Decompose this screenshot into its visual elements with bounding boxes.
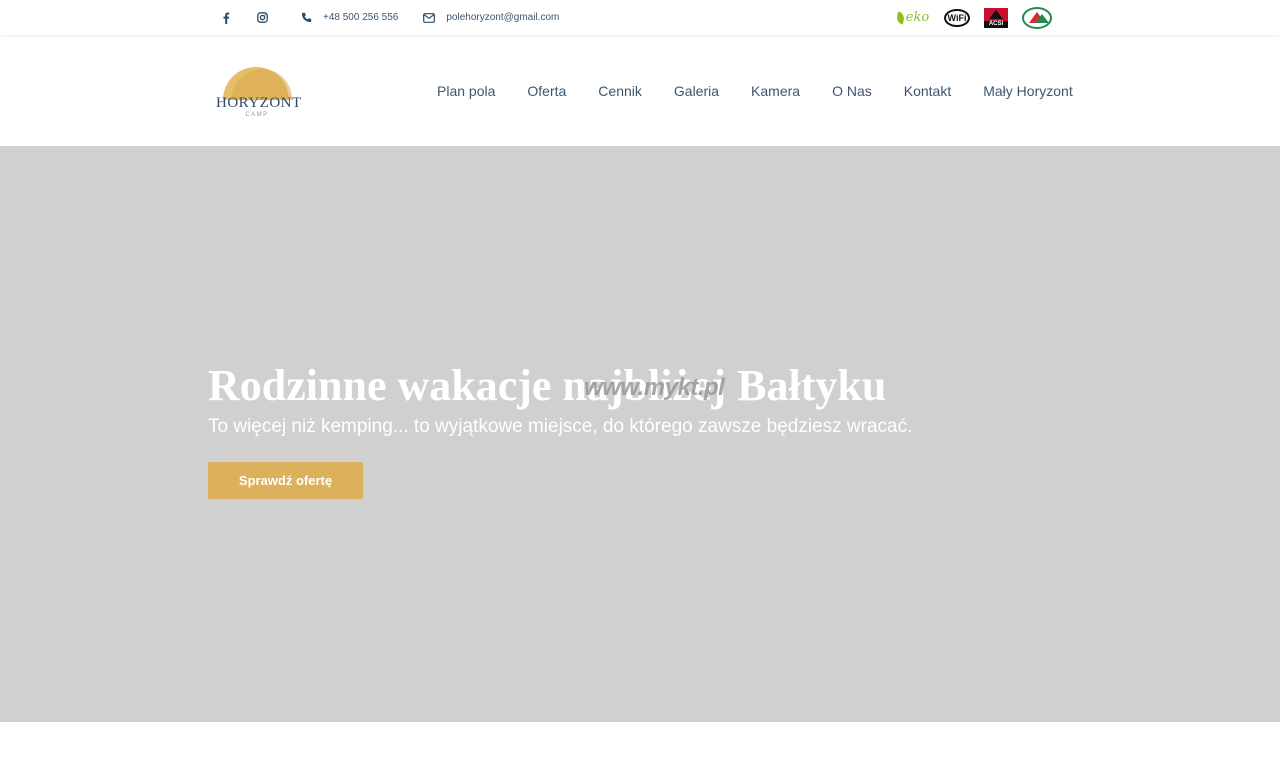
nav-o-nas[interactable]: O Nas xyxy=(816,83,888,99)
eko-label: eko xyxy=(905,10,930,25)
email-link[interactable]: polehoryzont@gmail.com xyxy=(446,12,559,23)
main-navigation: Plan pola Oferta Cennik Galeria Kamera O… xyxy=(421,35,1089,146)
nav-cennik[interactable]: Cennik xyxy=(582,83,658,99)
instagram-icon[interactable] xyxy=(250,6,274,30)
nav-galeria[interactable]: Galeria xyxy=(658,83,735,99)
logo-subtitle: CAMP xyxy=(245,112,269,118)
certification-badges: eko WiFi ACSI xyxy=(895,0,1052,35)
acsi-badge: ACSI xyxy=(984,7,1008,28)
wifi-badge: WiFi xyxy=(944,8,970,27)
facebook-icon[interactable] xyxy=(214,6,238,30)
hero-subtitle: To więcej niż kemping... to wyjątkowe mi… xyxy=(208,416,913,437)
leaf-icon xyxy=(895,10,905,25)
envelope-icon xyxy=(417,6,441,30)
eko-badge: eko xyxy=(895,10,930,25)
wifi-label: WiFi xyxy=(947,12,967,23)
top-bar: +48 500 256 556 polehoryzont@gmail.com e… xyxy=(0,0,1280,35)
nav-oferta[interactable]: Oferta xyxy=(511,83,582,99)
nav-maly-horyzont[interactable]: Mały Horyzont xyxy=(967,83,1088,99)
camping-logo-badge xyxy=(1022,6,1052,29)
contact-bar: +48 500 256 556 polehoryzont@gmail.com xyxy=(214,0,559,35)
nav-kontakt[interactable]: Kontakt xyxy=(888,83,967,99)
tent-icon xyxy=(989,9,1003,19)
acsi-label: ACSI xyxy=(984,20,1008,28)
site-logo[interactable]: HORYZONT CAMP xyxy=(216,65,302,121)
watermark: www.mykt.pl xyxy=(584,374,725,401)
nav-plan-pola[interactable]: Plan pola xyxy=(421,83,511,99)
logo-wordmark: HORYZONT xyxy=(216,95,302,111)
site-header: HORYZONT CAMP Plan pola Oferta Cennik Ga… xyxy=(0,35,1280,146)
hero-banner: Rodzinne wakacje najbliżej Bałtyku To wi… xyxy=(0,146,1280,722)
phone-icon xyxy=(294,6,318,30)
nav-kamera[interactable]: Kamera xyxy=(735,83,816,99)
check-offer-button[interactable]: Sprawdź ofertę xyxy=(208,462,363,499)
phone-link[interactable]: +48 500 256 556 xyxy=(323,12,398,23)
hero-title: Rodzinne wakacje najbliżej Bałtyku xyxy=(208,361,887,410)
